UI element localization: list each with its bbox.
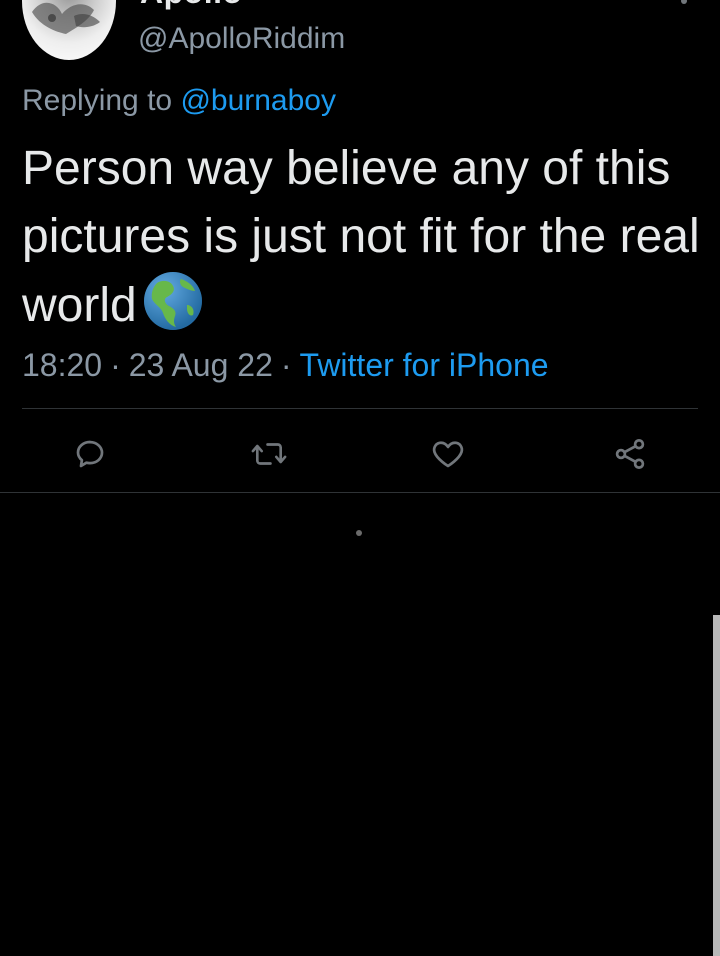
- tweet-text: Person way believe any of this pictures …: [22, 135, 702, 340]
- replying-to-line: Replying to @burnaboy: [22, 84, 336, 118]
- like-button[interactable]: [428, 434, 468, 474]
- replying-prefix: Replying to: [22, 84, 173, 117]
- reply-button[interactable]: [70, 434, 110, 474]
- user-handle[interactable]: @ApolloRiddim: [138, 22, 345, 56]
- divider: [22, 408, 698, 409]
- tweet-source[interactable]: Twitter for iPhone: [300, 347, 549, 383]
- avatar[interactable]: [22, 0, 116, 60]
- scrollbar[interactable]: [713, 615, 720, 956]
- loading-indicator: [356, 530, 362, 536]
- avatar-image: [32, 2, 100, 34]
- more-options-icon[interactable]: [681, 0, 687, 4]
- retweet-button[interactable]: [249, 434, 289, 474]
- share-button[interactable]: [610, 434, 650, 474]
- reply-icon: [76, 440, 104, 468]
- tweet-date[interactable]: 23 Aug 22: [129, 347, 273, 383]
- display-name[interactable]: Apollo: [140, 0, 243, 11]
- share-icon: [615, 439, 645, 469]
- globe-americas-icon: [143, 271, 203, 331]
- tweet-time[interactable]: 18:20: [22, 347, 102, 383]
- divider: [0, 492, 720, 493]
- tweet-meta: 18:20 · 23 Aug 22 · Twitter for iPhone: [22, 347, 549, 384]
- heart-icon: [432, 441, 464, 468]
- meta-separator: ·: [110, 347, 121, 383]
- retweet-icon: [251, 443, 287, 465]
- mention-link[interactable]: @burnaboy: [180, 84, 336, 117]
- tweet-body: Person way believe any of this pictures …: [22, 142, 700, 332]
- meta-separator: ·: [280, 347, 292, 383]
